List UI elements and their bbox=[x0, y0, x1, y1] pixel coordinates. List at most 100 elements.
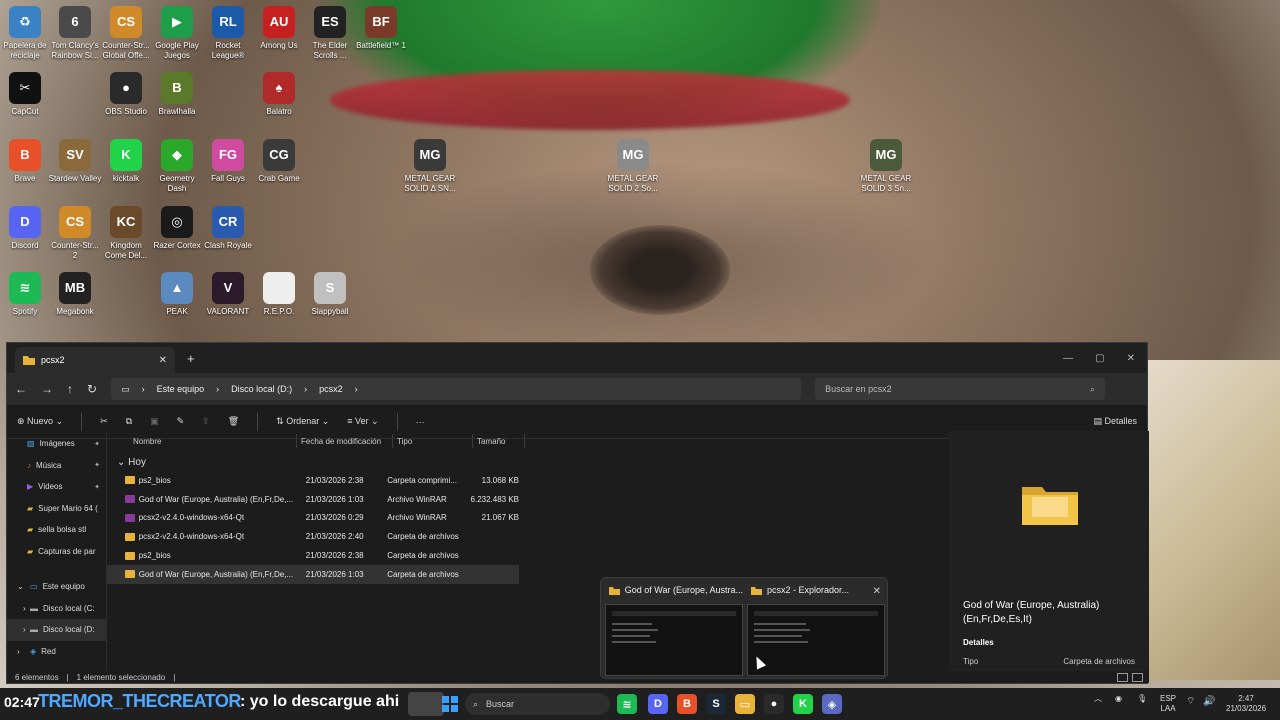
tree-item[interactable]: ⌄ ▭ Este equipo bbox=[7, 576, 106, 598]
desktop-icon[interactable]: ≋ Spotify bbox=[0, 272, 52, 317]
column-type[interactable]: Tipo bbox=[393, 434, 473, 448]
refresh-icon[interactable]: ↻ bbox=[87, 382, 97, 396]
desktop-icon[interactable]: ♻ Papelera de reciclaje bbox=[0, 6, 52, 61]
desktop-icon[interactable]: CS Counter-Str... Global Offe... bbox=[99, 6, 153, 61]
expand-icon[interactable]: › bbox=[17, 647, 25, 656]
back-icon[interactable]: ← bbox=[15, 382, 27, 396]
language-indicator[interactable]: ESP LAA bbox=[1160, 694, 1176, 714]
desktop-icon[interactable]: ◎ Razer Cortex bbox=[150, 206, 204, 251]
brave-icon[interactable]: B bbox=[677, 694, 697, 714]
desktop-icon[interactable]: ◆ Geometry Dash bbox=[150, 139, 204, 194]
breadcrumb-drive-d[interactable]: Disco local (D:) bbox=[231, 384, 292, 394]
tiles-view-icon[interactable] bbox=[1132, 672, 1143, 682]
up-icon[interactable]: ↑ bbox=[67, 382, 73, 396]
nav-item[interactable]: ▨ Imágenes ✦ bbox=[7, 433, 106, 455]
maximize-icon[interactable]: ▢ bbox=[1095, 353, 1104, 364]
close-preview-icon[interactable]: ✕ bbox=[873, 586, 881, 597]
file-row[interactable]: pcsx2-v2.4.0-windows-x64-Qt 21/03/2026 2… bbox=[107, 527, 519, 546]
desktop-icon[interactable]: 6 Tom Clancy's Rainbow Si... bbox=[48, 6, 102, 61]
desktop-icon[interactable]: FG Fall Guys bbox=[201, 139, 255, 184]
copy-icon[interactable]: ⧉ bbox=[126, 416, 132, 427]
desktop-icon[interactable]: ✂ CapCut bbox=[0, 72, 52, 117]
desktop-icon[interactable]: MG METAL GEAR SOLID 2 So... bbox=[606, 139, 660, 194]
column-date[interactable]: Fecha de modificación bbox=[297, 434, 393, 448]
clock[interactable]: 2:47 21/03/2026 bbox=[1226, 694, 1266, 714]
details-view-icon[interactable] bbox=[1117, 672, 1128, 682]
start-icon[interactable] bbox=[440, 694, 460, 714]
desktop-icon[interactable]: ES The Elder Scrolls ... bbox=[303, 6, 357, 61]
file-row[interactable]: pcsx2-v2.4.0-windows-x64-Qt 21/03/2026 0… bbox=[107, 509, 519, 528]
rename-icon[interactable]: ✎ bbox=[177, 416, 185, 427]
desktop-icon[interactable]: ▶ Google Play Juegos bbox=[150, 6, 204, 61]
desktop-icon[interactable]: MB Megabonk bbox=[48, 272, 102, 317]
expand-icon[interactable]: ⌄ bbox=[17, 582, 25, 591]
desktop-icon[interactable]: R.E.P.O. bbox=[252, 272, 306, 317]
new-button[interactable]: ⊕ Nuevo ⌄ bbox=[17, 416, 63, 427]
sort-button[interactable]: ⇅ Ordenar ⌄ bbox=[276, 416, 329, 427]
column-name[interactable]: Nombre bbox=[133, 434, 297, 448]
nav-item[interactable]: ♪ Música ✦ bbox=[7, 455, 106, 477]
breadcrumb-this-pc[interactable]: Este equipo bbox=[157, 384, 205, 394]
column-size[interactable]: Tamaño bbox=[473, 434, 525, 448]
volume-icon[interactable]: 🔊 bbox=[1203, 697, 1215, 707]
network-icon[interactable]: ⌔ bbox=[1186, 697, 1195, 707]
expand-icon[interactable]: › bbox=[17, 625, 26, 634]
desktop-icon[interactable]: ● OBS Studio bbox=[99, 72, 153, 117]
address-bar[interactable]: ▭ › Este equipo › Disco local (D:) › pcs… bbox=[111, 378, 802, 400]
microphone-icon[interactable]: 🎙 bbox=[1137, 694, 1147, 704]
desktop-icon[interactable]: ▲ PEAK bbox=[150, 272, 204, 317]
desktop-icon[interactable]: B Brawlhalla bbox=[150, 72, 204, 117]
tray-discord-icon[interactable]: ◉ bbox=[1115, 694, 1122, 704]
steam-icon[interactable]: S bbox=[706, 694, 726, 714]
desktop-icon[interactable]: Kkicktalk bbox=[99, 139, 153, 184]
taskbar-search[interactable]: ⌕ Buscar bbox=[465, 693, 610, 715]
share-icon[interactable]: ⇪ bbox=[202, 416, 210, 427]
nav-item[interactable]: ▶ Videos ✦ bbox=[7, 476, 106, 498]
kick-icon[interactable]: K bbox=[793, 694, 813, 714]
nav-item[interactable]: ▰ sella bolsa stl bbox=[7, 519, 106, 541]
desktop-icon[interactable]: V VALORANT bbox=[201, 272, 255, 317]
desktop-icon[interactable]: B Brave bbox=[0, 139, 52, 184]
tree-item[interactable]: › ▬ Disco local (C: bbox=[7, 598, 106, 620]
desktop-icon[interactable]: D Discord bbox=[0, 206, 52, 251]
tab-pcsx2[interactable]: pcsx2 ✕ bbox=[15, 347, 175, 373]
desktop-icon[interactable]: MG METAL GEAR SOLID 3 Sn... bbox=[859, 139, 913, 194]
desktop-icon[interactable]: CR Clash Royale bbox=[201, 206, 255, 251]
obs-icon[interactable]: ● bbox=[764, 694, 784, 714]
file-row[interactable]: ps2_bios 21/03/2026 2:38 Carpeta de arch… bbox=[107, 546, 519, 565]
file-row[interactable]: ps2_bios 21/03/2026 2:38 Carpeta comprim… bbox=[107, 471, 519, 490]
more-options-button[interactable]: ··· bbox=[416, 417, 425, 427]
breadcrumb-pcsx2[interactable]: pcsx2 bbox=[319, 384, 343, 394]
file-row[interactable]: God of War (Europe, Australia) (En,Fr,De… bbox=[107, 564, 519, 584]
tree-item[interactable]: › ▬ Disco local (D: bbox=[7, 619, 106, 641]
search-input[interactable]: Buscar en pcsx2 ⌕ bbox=[815, 378, 1106, 400]
desktop-icon[interactable]: MG METAL GEAR SOLID Δ SN... bbox=[403, 139, 457, 194]
view-button[interactable]: ≡ Ver ⌄ bbox=[347, 416, 378, 427]
desktop-icon[interactable]: RL Rocket League® bbox=[201, 6, 255, 61]
desktop-icon[interactable]: AU Among Us bbox=[252, 6, 306, 51]
file-explorer-icon[interactable]: ▭ bbox=[735, 694, 755, 714]
desktop-icon[interactable]: CS Counter-Str... 2 bbox=[48, 206, 102, 261]
desktop-icon[interactable]: BF Battlefield™ 1 bbox=[354, 6, 408, 51]
new-tab-button[interactable]: + bbox=[187, 351, 195, 366]
show-hidden-icons[interactable]: ︿ bbox=[1094, 694, 1102, 704]
desktop-icon[interactable]: CG Crab Game bbox=[252, 139, 306, 184]
preview-god-of-war[interactable]: God of War (Europe, Austra... bbox=[605, 582, 743, 676]
spotify-icon[interactable]: ≋ bbox=[617, 694, 637, 714]
desktop-icon[interactable]: SV Stardew Valley bbox=[48, 139, 102, 184]
paste-icon[interactable]: ▣ bbox=[150, 416, 159, 427]
preview-pcsx2-explorer[interactable]: pcsx2 - Explorador... ✕ bbox=[747, 582, 885, 676]
app-icon[interactable]: ◈ bbox=[822, 694, 842, 714]
cut-icon[interactable]: ✂ bbox=[100, 416, 108, 427]
minimize-icon[interactable]: — bbox=[1063, 353, 1073, 364]
desktop-icon[interactable]: ♠ Balatro bbox=[252, 72, 306, 117]
group-header-today[interactable]: ⌄ Hoy bbox=[107, 451, 949, 471]
tree-item[interactable]: › ◈ Red bbox=[7, 641, 106, 663]
forward-icon[interactable]: → bbox=[41, 382, 53, 396]
file-row[interactable]: God of War (Europe, Australia) (En,Fr,De… bbox=[107, 490, 519, 509]
desktop-icon[interactable]: S Slappyball bbox=[303, 272, 357, 317]
nav-item[interactable]: ▰ Capturas de par bbox=[7, 541, 106, 563]
close-tab-icon[interactable]: ✕ bbox=[159, 355, 167, 366]
close-icon[interactable]: ✕ bbox=[1127, 353, 1135, 364]
expand-icon[interactable]: › bbox=[17, 604, 26, 613]
